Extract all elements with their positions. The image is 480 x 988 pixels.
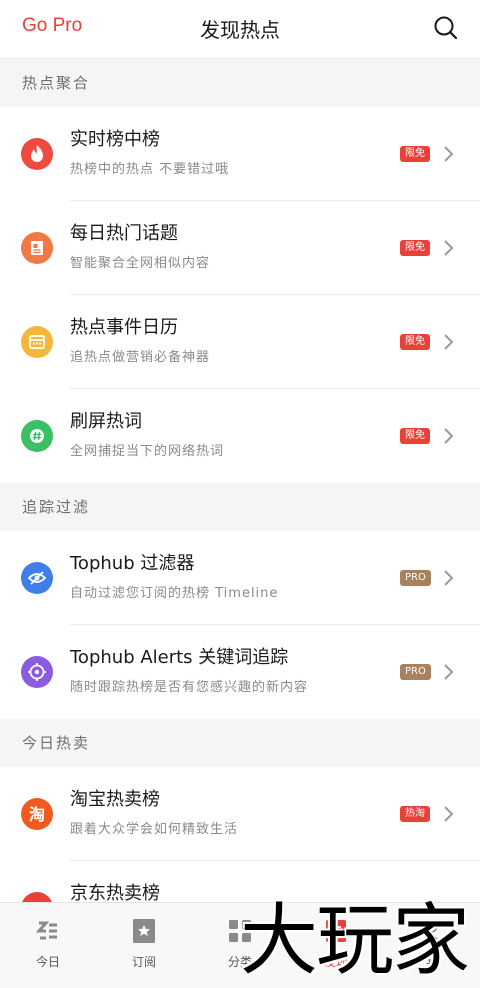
chevron-right-icon (442, 239, 456, 257)
flame-icon (21, 138, 53, 170)
discover-list[interactable]: 热点聚合 实时榜中榜 热榜中的热点 不要错过哦 限免 每日热门话题 智能聚合全网… (0, 59, 480, 902)
taobao-icon: 淘 (21, 798, 53, 830)
list-item-tophub-alerts[interactable]: Tophub Alerts 关键词追踪 随时跟踪热榜是否有您感兴趣的新内容 PR… (0, 625, 480, 719)
tab-subscribe[interactable]: 订阅 (96, 903, 192, 988)
list-item-hot-words[interactable]: 刷屏热词 全网捕捉当下的网络热词 限免 (0, 389, 480, 483)
item-description: 追热点做营销必备神器 (70, 350, 211, 365)
page-title: 发现热点 (200, 18, 280, 42)
tab-label: 订阅 (131, 955, 156, 969)
hashtag-icon (21, 420, 53, 452)
item-description: 随时跟踪热榜是否有您感兴趣的新内容 (70, 680, 309, 695)
status-badge: 限免 (400, 146, 430, 162)
eye-off-icon (21, 562, 53, 594)
watermark-logo: 大玩家 (240, 896, 470, 986)
status-badge: 热淘 (400, 806, 430, 822)
list-item-realtime-ranking[interactable]: 实时榜中榜 热榜中的热点 不要错过哦 限免 (0, 107, 480, 201)
item-title: 京东热卖榜 (70, 883, 160, 902)
chevron-right-icon (442, 663, 456, 681)
list-item-tophub-filter[interactable]: Tophub 过滤器 自动过滤您订阅的热榜 Timeline PRO (0, 531, 480, 625)
chevron-right-icon (442, 805, 456, 823)
item-description: 热榜中的热点 不要错过哦 (70, 162, 230, 177)
tab-label: 今日 (35, 955, 60, 969)
item-title: 淘宝热卖榜 (70, 789, 160, 810)
item-title: Tophub 过滤器 (70, 553, 195, 574)
list-item-event-calendar[interactable]: 热点事件日历 追热点做营销必备神器 限免 (0, 295, 480, 389)
calendar-icon (21, 326, 53, 358)
item-description: 智能聚合全网相似内容 (70, 256, 211, 271)
document-icon (21, 232, 53, 264)
item-title: 实时榜中榜 (70, 129, 160, 150)
item-title: 热点事件日历 (70, 317, 178, 338)
jd-icon (21, 892, 53, 902)
bookmark-star-icon (130, 917, 158, 945)
item-title: 刷屏热词 (70, 411, 142, 432)
item-description: 跟着大众学会如何精致生活 (70, 822, 239, 837)
chevron-right-icon (442, 333, 456, 351)
chevron-right-icon (442, 569, 456, 587)
svg-text:淘: 淘 (29, 805, 45, 824)
chevron-right-icon (442, 427, 456, 445)
item-description: 自动过滤您订阅的热榜 Timeline (70, 586, 279, 601)
search-icon[interactable] (432, 14, 460, 42)
section-header: 追踪过滤 (0, 483, 480, 531)
chevron-right-icon (442, 145, 456, 163)
status-badge: 限免 (400, 334, 430, 350)
status-badge: 限免 (400, 428, 430, 444)
pro-badge: PRO (400, 664, 431, 680)
list-item-daily-topics[interactable]: 每日热门话题 智能聚合全网相似内容 限免 (0, 201, 480, 295)
list-item-taobao-ranking[interactable]: 淘 淘宝热卖榜 跟着大众学会如何精致生活 热淘 (0, 767, 480, 861)
pro-badge: PRO (400, 570, 431, 586)
top-bar: Go Pro 发现热点 (0, 0, 480, 59)
item-title: 每日热门话题 (70, 223, 178, 244)
status-badge: 限免 (400, 240, 430, 256)
item-description: 全网捕捉当下的网络热词 (70, 444, 225, 459)
target-icon (21, 656, 53, 688)
tab-today[interactable]: 今日 (0, 903, 96, 988)
item-title: Tophub Alerts 关键词追踪 (70, 647, 289, 668)
section-header: 今日热卖 (0, 719, 480, 767)
section-header: 热点聚合 (0, 59, 480, 107)
today-icon (34, 917, 62, 945)
